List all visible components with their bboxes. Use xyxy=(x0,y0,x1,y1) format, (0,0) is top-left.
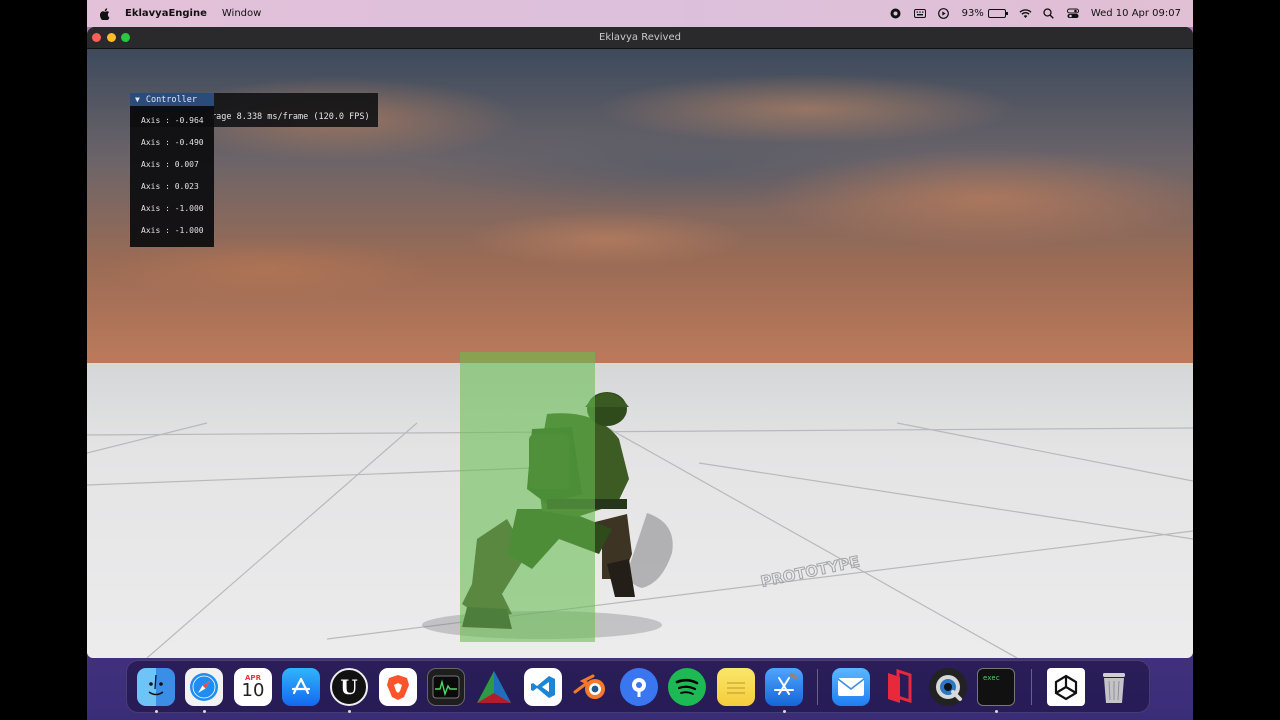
wifi-icon[interactable] xyxy=(1019,8,1032,19)
screen-record-icon[interactable] xyxy=(890,8,901,19)
axis-row: Axis : -1.000 xyxy=(141,226,204,235)
battery-percent: 93% xyxy=(961,8,984,19)
dock-running-indicator xyxy=(995,710,998,713)
collapse-triangle-icon[interactable]: ▼ xyxy=(135,95,140,104)
terminal-icon-label: exec xyxy=(983,674,1000,682)
unity-icon[interactable] xyxy=(1047,668,1085,706)
dock-separator xyxy=(1031,669,1032,705)
spotify-icon[interactable] xyxy=(668,668,706,706)
dock-separator xyxy=(817,669,818,705)
calendar-icon[interactable]: APR 10 xyxy=(234,668,272,706)
controller-panel-title: Controller xyxy=(145,94,198,105)
terminal-icon[interactable]: exec xyxy=(977,668,1015,706)
dock-running-indicator xyxy=(783,710,786,713)
keyboard-icon[interactable] xyxy=(913,8,926,19)
axis-row: Axis : -1.000 xyxy=(141,204,204,213)
window-zoom-button[interactable] xyxy=(121,33,130,42)
app-window: Eklavya Revived PROTOTYPE rage 8.338 ms/… xyxy=(87,27,1193,658)
controller-panel[interactable]: ▼ Controller Axis : -0.964 Axis : -0.490… xyxy=(130,93,214,247)
window-close-button[interactable] xyxy=(92,33,101,42)
play-icon[interactable] xyxy=(937,8,949,19)
search-icon[interactable] xyxy=(1043,8,1054,19)
axis-row: Axis : -0.490 xyxy=(141,138,204,147)
character-collider-box xyxy=(460,352,595,642)
finder-icon[interactable] xyxy=(137,668,175,706)
vscode-icon[interactable] xyxy=(524,668,562,706)
menu-bar: EklavyaEngine Window 93% Wed 10 Apr 09:0… xyxy=(87,0,1193,27)
app-store-icon[interactable] xyxy=(282,668,320,706)
blender-icon[interactable] xyxy=(572,668,610,706)
mail-icon[interactable] xyxy=(832,668,870,706)
dock: APR 10 U exec xyxy=(126,660,1150,713)
controller-panel-header[interactable]: ▼ Controller xyxy=(130,93,214,106)
notes-icon[interactable] xyxy=(717,668,755,706)
apple-menu-icon[interactable] xyxy=(99,7,110,21)
brave-icon[interactable] xyxy=(379,668,417,706)
floor-prototype-text: PROTOTYPE xyxy=(759,552,861,591)
battery-status[interactable]: 93% xyxy=(961,8,1008,19)
fps-text: rage 8.338 ms/frame (120.0 FPS) xyxy=(211,112,370,122)
axis-row: Axis : 0.023 xyxy=(141,182,199,191)
dock-running-indicator xyxy=(155,710,158,713)
window-titlebar[interactable]: Eklavya Revived xyxy=(87,27,1193,49)
activity-monitor-icon[interactable] xyxy=(427,668,465,706)
battery-icon xyxy=(987,9,1008,18)
dock-running-indicator xyxy=(348,710,351,713)
trash-icon[interactable] xyxy=(1095,668,1133,706)
signal-icon[interactable] xyxy=(620,668,658,706)
quicktime-icon[interactable] xyxy=(929,668,967,706)
game-viewport[interactable]: PROTOTYPE rage 8.338 ms/frame (120.0 FPS… xyxy=(87,49,1193,658)
parallels-icon[interactable] xyxy=(880,668,918,706)
calendar-day: 10 xyxy=(241,680,265,701)
axis-row: Axis : 0.007 xyxy=(141,160,199,169)
axis-row: Axis : -0.964 xyxy=(141,116,204,125)
safari-icon[interactable] xyxy=(185,668,223,706)
menubar-clock[interactable]: Wed 10 Apr 09:07 xyxy=(1091,8,1181,19)
app-menu-name[interactable]: EklavyaEngine xyxy=(125,8,207,19)
nsight-icon[interactable] xyxy=(475,668,513,706)
control-center-icon[interactable] xyxy=(1066,8,1079,19)
dock-running-indicator xyxy=(203,710,206,713)
xcode-icon[interactable] xyxy=(765,668,803,706)
menu-item-window[interactable]: Window xyxy=(222,8,261,19)
window-title: Eklavya Revived xyxy=(599,32,681,43)
desktop: EklavyaEngine Window 93% Wed 10 Apr 09:0… xyxy=(87,0,1193,720)
unreal-engine-icon[interactable]: U xyxy=(330,668,368,706)
window-minimize-button[interactable] xyxy=(107,33,116,42)
axis-list: Axis : -0.964 Axis : -0.490 Axis : 0.007… xyxy=(130,106,214,248)
